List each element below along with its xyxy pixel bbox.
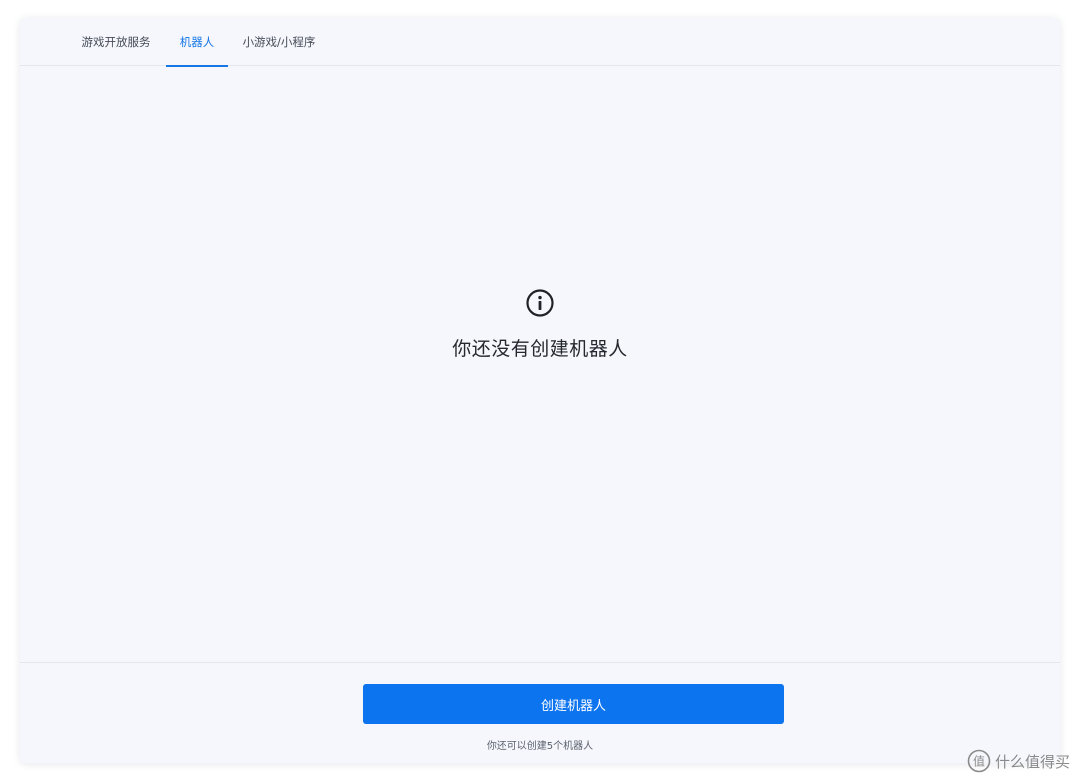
footer: 创建机器人 你还可以创建5个机器人 — [20, 662, 1060, 763]
tab-game-open-service[interactable]: 游戏开放服务 — [76, 18, 156, 66]
watermark-text: 什么值得买 — [994, 752, 1070, 771]
svg-text:值: 值 — [973, 754, 985, 769]
empty-state-message: 你还没有创建机器人 — [452, 338, 628, 360]
watermark-logo-icon: 值 — [967, 749, 991, 773]
tab-bar: 游戏开放服务 机器人 小游戏/小程序 — [20, 18, 1060, 67]
empty-state: 你还没有创建机器人 — [20, 288, 1060, 361]
tab-robot[interactable]: 机器人 — [166, 18, 228, 67]
robot-panel: 游戏开放服务 机器人 小游戏/小程序 你还没有创建机器人 创建机器人 你还可以创… — [20, 18, 1060, 763]
info-icon — [526, 289, 554, 317]
create-robot-button[interactable]: 创建机器人 — [363, 684, 784, 724]
tab-mini-game-program[interactable]: 小游戏/小程序 — [236, 18, 322, 66]
watermark: 值 什么值得买 — [967, 749, 1070, 773]
quota-hint: 你还可以创建5个机器人 — [486, 741, 594, 752]
